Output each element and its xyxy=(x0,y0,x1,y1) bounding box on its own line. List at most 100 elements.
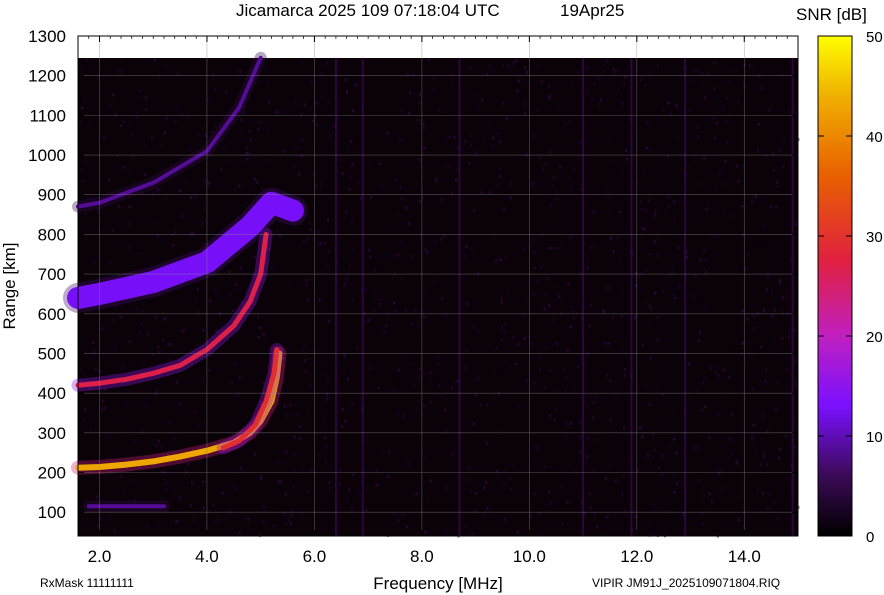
noise-speckle xyxy=(469,66,472,69)
noise-speckle xyxy=(97,233,99,237)
noise-speckle xyxy=(751,201,753,205)
noise-speckle xyxy=(416,399,419,403)
noise-speckle xyxy=(455,178,458,182)
noise-speckle xyxy=(179,189,182,193)
noise-speckle xyxy=(732,439,735,443)
noise-speckle xyxy=(540,266,543,270)
noise-speckle xyxy=(465,349,468,353)
noise-speckle xyxy=(144,172,147,176)
noise-speckle xyxy=(245,151,248,155)
noise-speckle xyxy=(351,473,354,477)
noise-speckle xyxy=(707,207,710,211)
noise-speckle xyxy=(601,122,604,126)
noise-speckle xyxy=(586,66,589,69)
noise-speckle xyxy=(411,362,413,366)
noise-speckle xyxy=(422,404,425,408)
noise-speckle xyxy=(285,492,287,496)
noise-speckle xyxy=(383,330,386,334)
noise-speckle xyxy=(341,171,344,175)
noise-speckle xyxy=(238,531,241,535)
noise-speckle xyxy=(619,210,622,214)
noise-speckle xyxy=(89,428,92,432)
noise-speckle xyxy=(776,516,779,520)
noise-speckle xyxy=(549,203,552,207)
noise-speckle xyxy=(399,108,402,112)
noise-speckle xyxy=(627,141,630,145)
noise-speckle xyxy=(566,348,569,352)
noise-speckle xyxy=(293,467,296,471)
noise-speckle xyxy=(310,468,313,472)
noise-speckle xyxy=(444,529,447,533)
noise-speckle xyxy=(578,298,581,302)
noise-speckle xyxy=(592,416,595,420)
noise-speckle xyxy=(290,521,292,525)
noise-speckle xyxy=(481,98,483,102)
noise-speckle xyxy=(557,246,560,250)
noise-speckle xyxy=(144,144,147,148)
noise-speckle xyxy=(751,353,754,357)
noise-speckle xyxy=(741,309,744,312)
noise-speckle xyxy=(596,525,599,529)
noise-speckle xyxy=(398,213,401,216)
noise-speckle xyxy=(303,240,305,244)
noise-speckle xyxy=(518,248,521,252)
noise-speckle xyxy=(721,488,723,492)
noise-speckle xyxy=(707,268,710,272)
noise-speckle xyxy=(321,94,324,98)
noise-speckle xyxy=(301,349,304,352)
noise-speckle xyxy=(410,323,413,327)
noise-speckle xyxy=(358,104,361,108)
noise-speckle xyxy=(84,407,86,411)
noise-speckle xyxy=(137,310,140,313)
x-tick-label: 10.0 xyxy=(513,547,546,566)
noise-speckle xyxy=(759,345,762,349)
noise-speckle xyxy=(486,441,489,445)
noise-speckle xyxy=(122,489,125,493)
noise-speckle xyxy=(476,107,479,111)
noise-speckle xyxy=(343,284,346,287)
noise-speckle xyxy=(548,490,551,494)
noise-speckle xyxy=(577,157,580,161)
noise-speckle xyxy=(326,61,329,65)
noise-speckle xyxy=(767,274,770,278)
noise-speckle xyxy=(191,481,194,485)
noise-speckle xyxy=(589,393,592,397)
noise-speckle xyxy=(322,416,325,420)
noise-speckle xyxy=(429,479,432,483)
noise-speckle xyxy=(708,492,711,496)
noise-speckle xyxy=(586,351,589,355)
noise-speckle xyxy=(413,384,416,388)
noise-speckle xyxy=(621,492,624,496)
noise-speckle xyxy=(437,362,439,366)
noise-speckle xyxy=(612,67,615,71)
noise-speckle xyxy=(187,115,190,119)
noise-speckle xyxy=(81,106,84,110)
noise-speckle xyxy=(738,518,741,522)
noise-speckle xyxy=(364,288,367,292)
noise-speckle xyxy=(607,341,610,345)
noise-speckle xyxy=(270,266,273,270)
noise-speckle xyxy=(453,136,456,139)
noise-speckle xyxy=(533,250,536,254)
noise-speckle xyxy=(762,452,765,456)
noise-speckle xyxy=(289,403,292,407)
noise-speckle xyxy=(623,474,625,477)
noise-speckle xyxy=(522,313,525,317)
noise-speckle xyxy=(775,181,778,184)
noise-speckle xyxy=(92,341,95,345)
noise-speckle xyxy=(315,123,318,127)
noise-speckle xyxy=(592,210,595,214)
noise-speckle xyxy=(491,68,494,72)
noise-speckle xyxy=(221,491,224,495)
noise-speckle xyxy=(730,349,733,353)
noise-speckle xyxy=(365,468,367,472)
noise-speckle xyxy=(87,122,90,126)
noise-speckle xyxy=(480,191,483,195)
noise-speckle xyxy=(341,165,344,169)
noise-speckle xyxy=(515,362,518,366)
noise-speckle xyxy=(443,106,446,110)
noise-speckle xyxy=(114,345,116,349)
noise-speckle xyxy=(781,296,784,300)
noise-speckle xyxy=(533,492,536,496)
noise-speckle xyxy=(350,283,353,287)
